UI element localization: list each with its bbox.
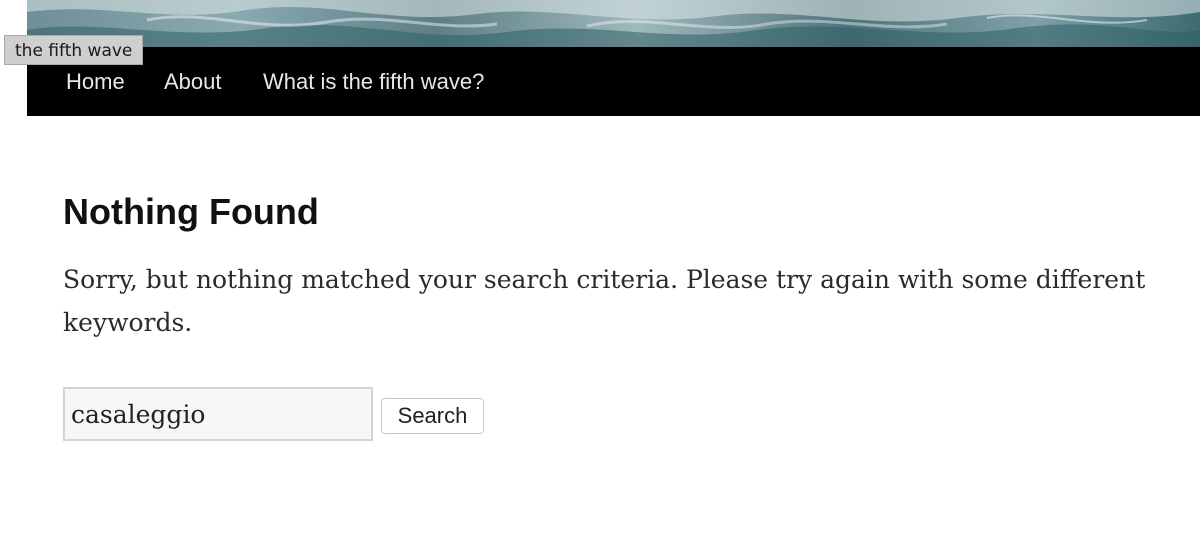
no-results-message: Sorry, but nothing matched your search c… <box>63 265 1146 337</box>
page-title: Nothing Found <box>63 191 319 232</box>
nav-link-about[interactable]: About <box>164 69 222 95</box>
header-wave-image <box>27 0 1200 47</box>
tooltip: the fifth wave <box>4 35 144 65</box>
wave-texture <box>27 0 1200 47</box>
nav-link-home[interactable]: Home <box>66 69 125 95</box>
main-navigation: Home About What is the fifth wave? <box>27 47 1200 116</box>
nav-link-what-is-the-fifth-wave[interactable]: What is the fifth wave? <box>263 69 484 95</box>
page: the fifth wave Home About What is the fi… <box>0 0 1200 533</box>
search-button[interactable]: Search <box>381 398 484 434</box>
search-input[interactable] <box>63 387 373 441</box>
